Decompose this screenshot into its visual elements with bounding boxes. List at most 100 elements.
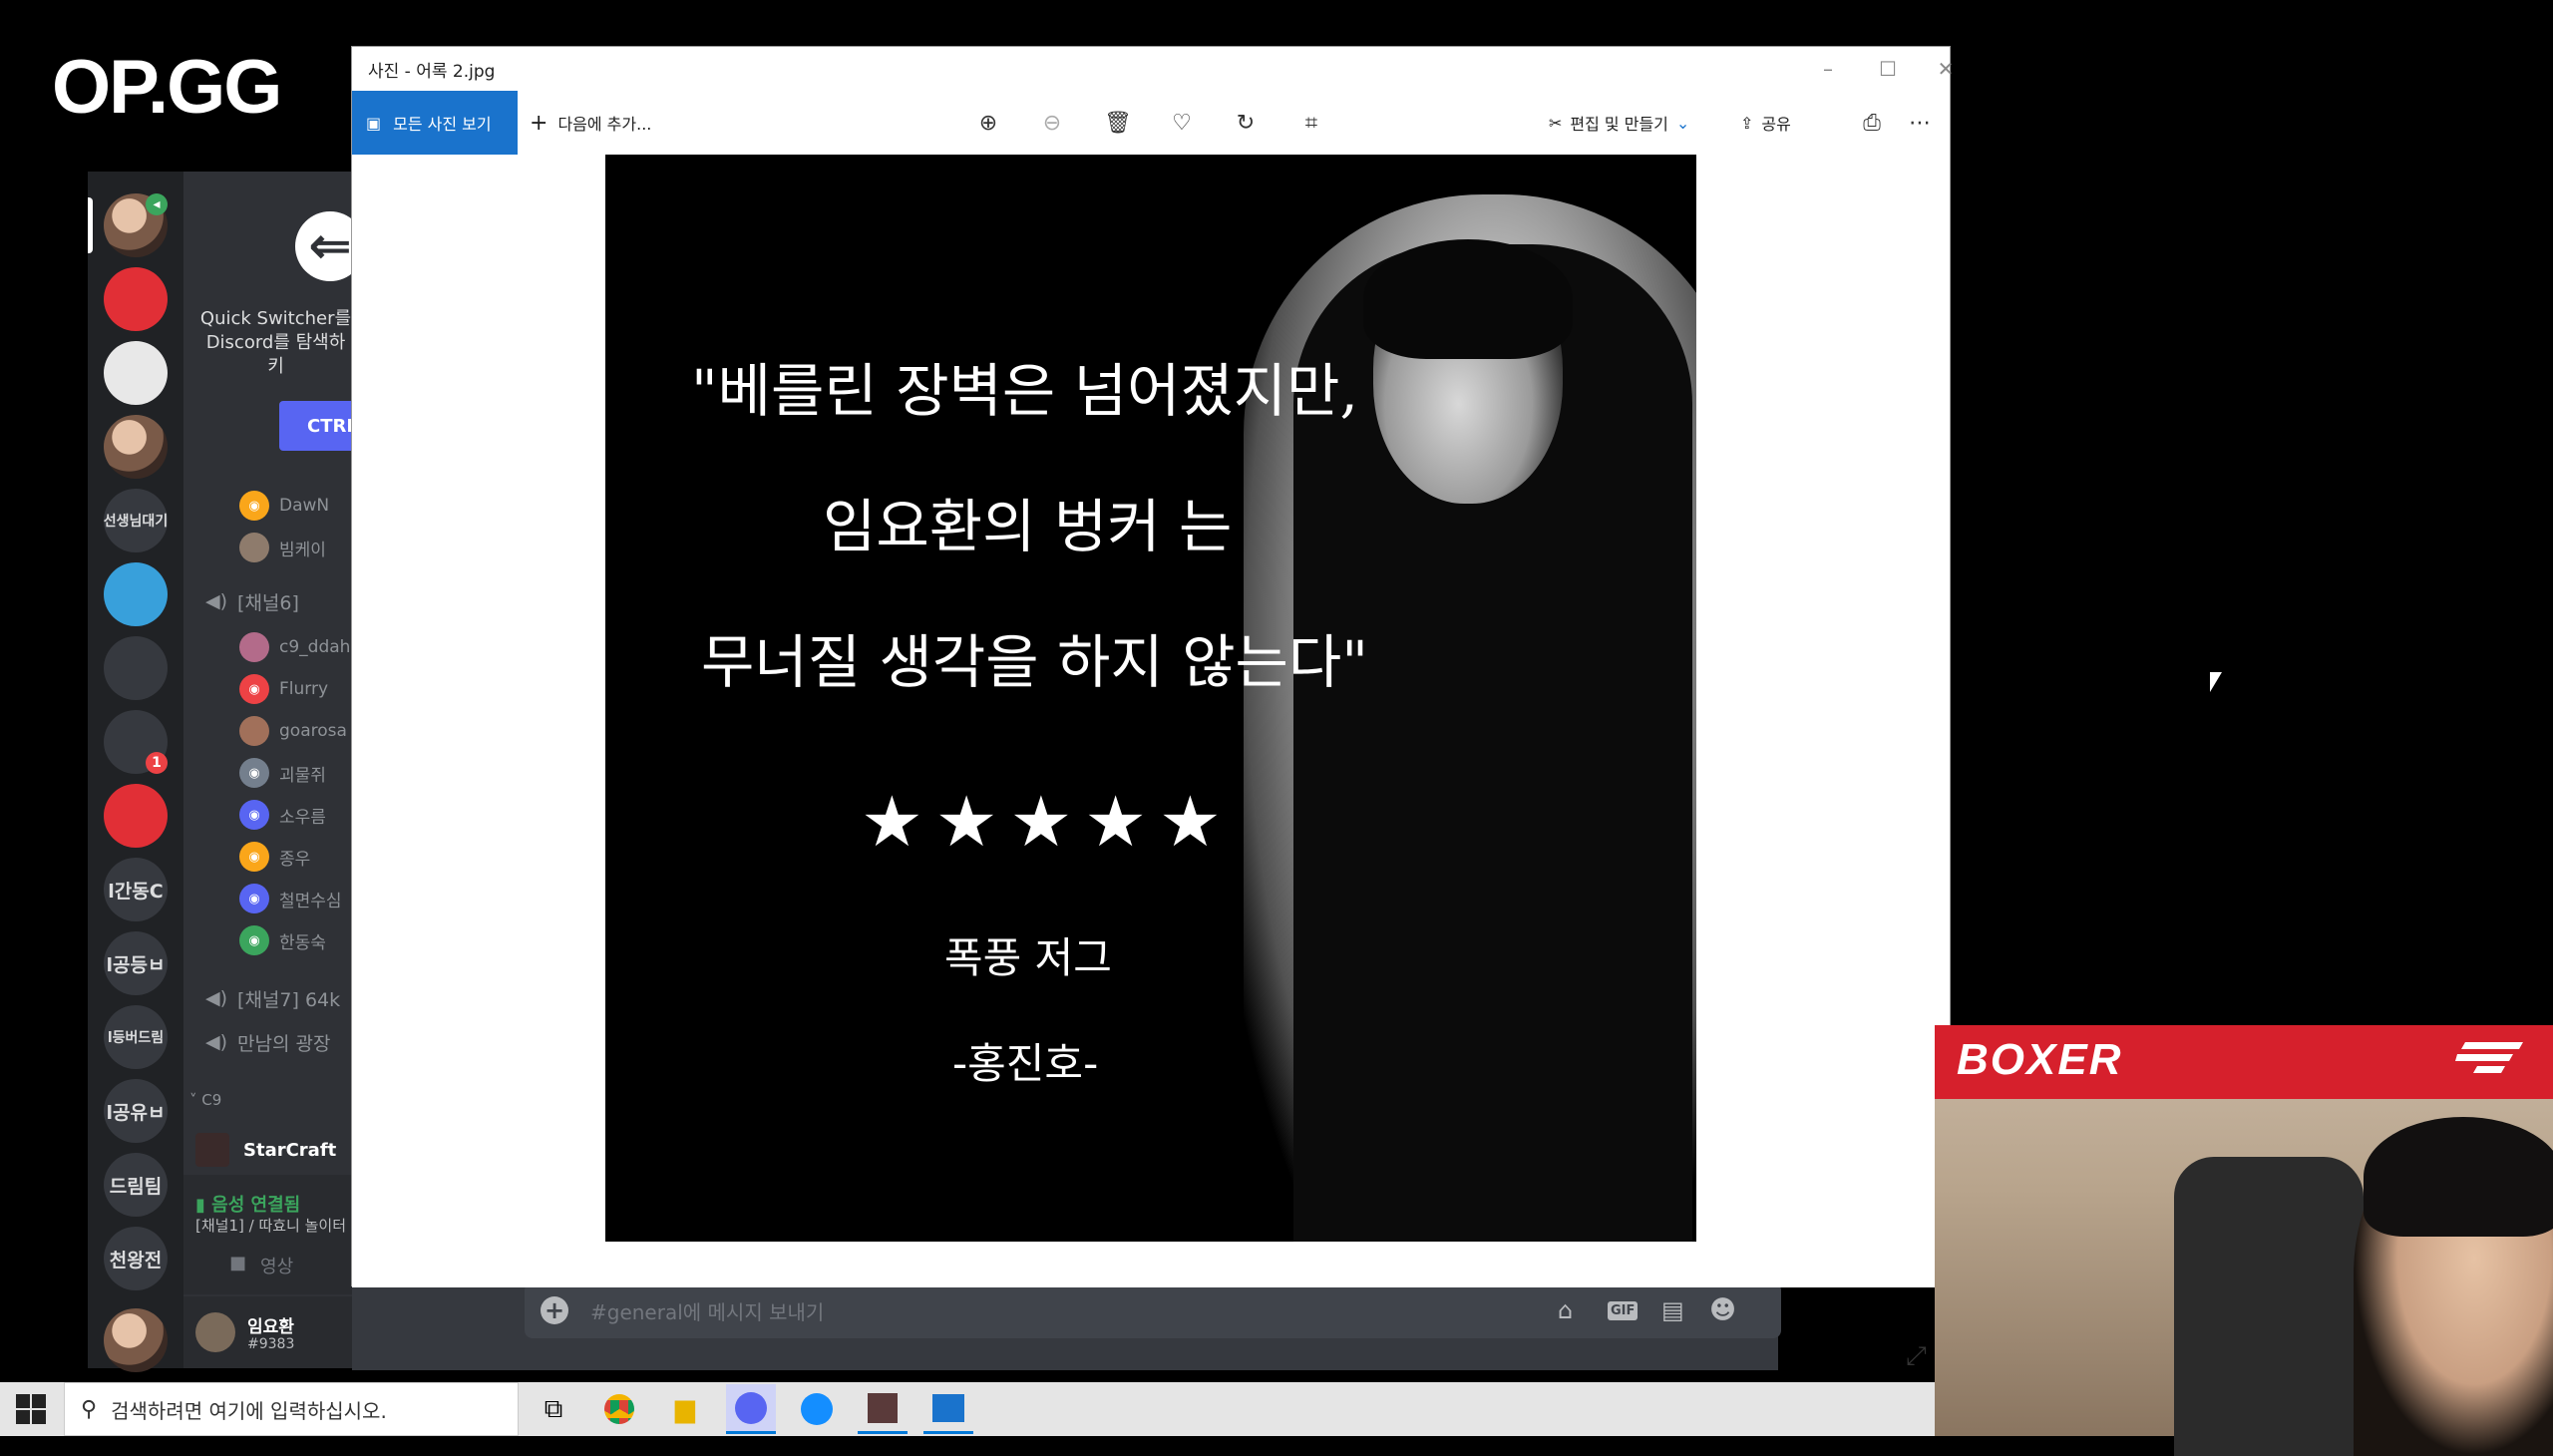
minimize-button[interactable]: – xyxy=(1798,47,1858,91)
server-icon[interactable] xyxy=(104,636,168,700)
photo-gallery-icon: ▣ xyxy=(366,113,382,133)
speaker-badge-icon: ◂ xyxy=(146,193,168,215)
favorite-heart-icon[interactable]: ♡ xyxy=(1164,105,1200,141)
server-icon[interactable]: l등버드림 xyxy=(104,1005,168,1069)
speaker-icon: ◀) xyxy=(205,590,228,612)
all-photos-button[interactable]: ▣ 모든 사진 보기 xyxy=(352,91,518,155)
photo-viewer: "베를린 장벽은 넘어졌지만, 임요환의 벙커 는 무너질 생각을 하지 않는다… xyxy=(352,155,1950,1371)
server-icon[interactable] xyxy=(104,341,168,405)
discord-icon[interactable] xyxy=(726,1384,776,1434)
speaker-icon: ◀) xyxy=(205,987,228,1009)
fullscreen-expand-icon[interactable]: ⤢ xyxy=(1906,1341,1927,1372)
voice-channel[interactable]: ◀) 만남의 광장 xyxy=(205,1025,330,1059)
voice-connected-status[interactable]: ▮ 음성 연결됨 xyxy=(195,1191,300,1217)
starcraft-icon[interactable] xyxy=(858,1384,908,1434)
photos-app-icon[interactable] xyxy=(923,1384,973,1434)
server-icon[interactable] xyxy=(104,562,168,626)
edit-create-button[interactable]: ✂ 편집 및 만들기 ⌄ xyxy=(1549,91,1689,155)
voice-member[interactable]: ◉ Flurry xyxy=(239,672,328,706)
voice-member[interactable]: ◉ DawN xyxy=(239,489,329,523)
voice-member[interactable]: ◉ 괴물쥐 xyxy=(239,756,326,790)
gift-icon[interactable]: ⌂ xyxy=(1558,1296,1573,1324)
zoom-in-icon[interactable]: ⊕ xyxy=(970,105,1006,141)
voice-channel-name[interactable]: [채널1] / 따효니 놀이터 xyxy=(195,1215,352,1236)
sticker-icon[interactable]: ▤ xyxy=(1661,1296,1684,1324)
star-rating: ★★★★★ xyxy=(861,781,1234,863)
server-icon[interactable] xyxy=(104,415,168,479)
edit-icon: ✂ xyxy=(1549,113,1563,133)
close-button[interactable]: ✕ xyxy=(1916,47,1976,91)
server-icon[interactable] xyxy=(104,267,168,331)
title-bar[interactable]: 사진 - 어록 2.jpg – ☐ ✕ xyxy=(352,47,1954,91)
share-button[interactable]: ⇪ 공유 xyxy=(1740,91,1791,155)
server-icon[interactable]: l간동C xyxy=(104,858,168,921)
avatar xyxy=(239,716,269,746)
quick-switcher-hint: Quick Switcher를 Discord를 탐색하 키 xyxy=(199,308,352,377)
voice-member[interactable]: ◉ 종우 xyxy=(239,840,310,874)
server-icon[interactable]: 선생님대기 xyxy=(104,489,168,552)
add-attachment-icon[interactable]: + xyxy=(541,1296,568,1324)
windows-start-icon[interactable] xyxy=(16,1394,46,1424)
starcraft-icon xyxy=(195,1133,229,1167)
maximize-button[interactable]: ☐ xyxy=(1858,47,1918,91)
voice-channel[interactable]: ◀) [채널7] 64k xyxy=(205,981,340,1015)
window-title: 사진 - 어록 2.jpg xyxy=(368,61,496,82)
search-icon: ⚲ xyxy=(81,1396,98,1422)
discord-logo-icon: ◉ xyxy=(239,884,269,913)
server-icon[interactable]: 드림팀 xyxy=(104,1153,168,1217)
server-icon[interactable]: 천왕전 xyxy=(104,1227,168,1290)
file-explorer-icon[interactable]: ▆ xyxy=(660,1384,710,1434)
quick-switcher-button[interactable]: CTRL xyxy=(279,401,359,451)
mouse-cursor-icon xyxy=(2210,672,2222,692)
more-options-icon[interactable]: ⋯ xyxy=(1902,105,1938,141)
quote-subtitle: 폭풍 저그 xyxy=(944,933,1112,982)
task-view-icon[interactable]: ⧉ xyxy=(529,1384,578,1434)
chrome-icon[interactable] xyxy=(594,1384,644,1434)
user-tag: #9383 xyxy=(247,1336,295,1352)
voice-member[interactable]: ◉ 한동숙 xyxy=(239,923,326,957)
portrait-hair xyxy=(1363,239,1573,359)
photos-app-window: 사진 - 어록 2.jpg – ☐ ✕ ▣ 모든 사진 보기 + 다음에 추가.… xyxy=(351,46,1954,1371)
gif-icon[interactable]: GIF xyxy=(1608,1300,1639,1320)
message-input[interactable]: + #general에 메시지 보내기 ⌂ GIF ▤ ☻ xyxy=(525,1282,1781,1338)
server-icon[interactable] xyxy=(104,784,168,848)
streamer-hair xyxy=(2364,1117,2553,1237)
share-icon: ⇪ xyxy=(1740,113,1754,133)
print-icon[interactable]: ⎙ xyxy=(1854,105,1890,141)
plus-icon: + xyxy=(530,110,548,136)
opgg-logo: OP.GG xyxy=(52,45,282,130)
chevron-down-icon: ⌄ xyxy=(1675,113,1690,133)
message-placeholder: #general에 메시지 보내기 xyxy=(590,1299,825,1324)
user-avatar[interactable] xyxy=(195,1312,235,1352)
voice-member[interactable]: goarosa xyxy=(239,714,347,748)
voice-member[interactable]: 빔케이 xyxy=(239,531,326,564)
delete-icon[interactable]: 🗑︎ xyxy=(1100,105,1136,141)
quote-line-3: 무너질 생각을 하지 않는다" xyxy=(701,628,1368,696)
emoji-icon[interactable]: ☻ xyxy=(1709,1295,1736,1325)
streamer-name: BOXER xyxy=(1957,1035,2123,1084)
server-icon[interactable]: l공유ㅂ xyxy=(104,1079,168,1143)
displayed-photo[interactable]: "베를린 장벽은 넘어졌지만, 임요환의 벙커 는 무너질 생각을 하지 않는다… xyxy=(605,155,1696,1242)
user-avatar[interactable] xyxy=(104,1308,168,1372)
voice-channel[interactable]: ◀) [채널6] xyxy=(205,584,299,618)
discord-logo-icon: ◉ xyxy=(239,758,269,788)
voice-member[interactable]: ◉ 소우름 xyxy=(239,798,326,832)
battlenet-icon[interactable] xyxy=(792,1384,842,1434)
zoom-out-icon[interactable]: ⊖ xyxy=(1034,105,1070,141)
server-icon[interactable]: l공등ㅂ xyxy=(104,931,168,995)
toolbar: ▣ 모든 사진 보기 + 다음에 추가... ⊕ ⊖ 🗑︎ ♡ ↻ ⌗ ✂ 편집… xyxy=(352,91,1950,155)
notification-badge: 1 xyxy=(146,752,168,774)
avatar xyxy=(239,533,269,562)
speaker-icon: ◀) xyxy=(205,1031,228,1053)
team-logo xyxy=(2455,1039,2525,1083)
rotate-icon[interactable]: ↻ xyxy=(1228,105,1264,141)
voice-member[interactable]: c9_ddah xyxy=(239,630,350,664)
video-button[interactable]: ■ 영상 xyxy=(229,1253,293,1278)
add-to-button[interactable]: + 다음에 추가... xyxy=(530,91,651,155)
taskbar-search[interactable]: ⚲ 검색하려면 여기에 입력하십시오. xyxy=(64,1382,519,1436)
channel-category[interactable]: ˅ C9 xyxy=(189,1091,221,1109)
crop-icon[interactable]: ⌗ xyxy=(1293,105,1329,141)
game-activity: StarCraft xyxy=(195,1133,336,1167)
quote-author: -홍진호- xyxy=(952,1039,1099,1088)
voice-member[interactable]: ◉ 철면수심 xyxy=(239,882,342,915)
